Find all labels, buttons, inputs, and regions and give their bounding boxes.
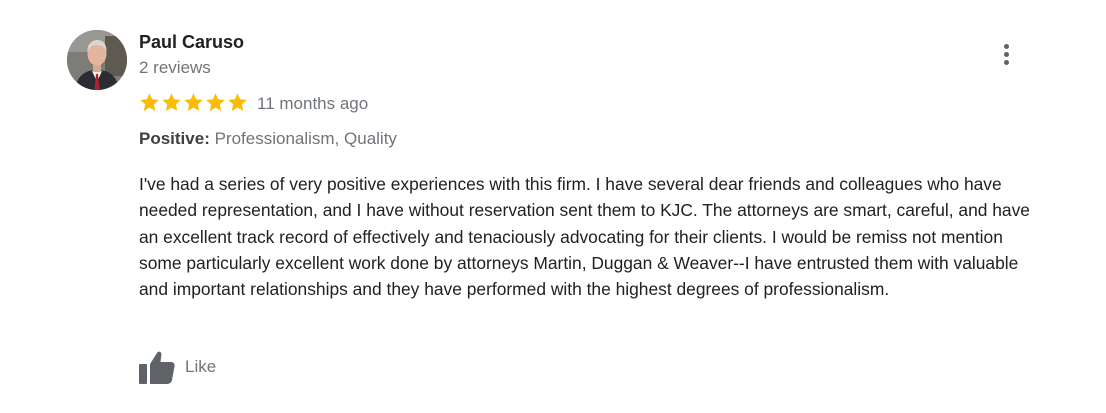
star-icon bbox=[140, 93, 159, 111]
like-button[interactable]: Like bbox=[139, 350, 216, 384]
avatar[interactable] bbox=[67, 30, 127, 90]
review-date: 11 months ago bbox=[257, 94, 369, 113]
review-count[interactable]: 2 reviews bbox=[139, 58, 211, 78]
attributes-label: Positive: bbox=[139, 129, 210, 148]
more-vert-icon-dot bbox=[1004, 60, 1009, 65]
thumbs-up-icon bbox=[139, 351, 175, 384]
review-text: I've had a series of very positive exper… bbox=[139, 174, 1030, 300]
attributes-value: Professionalism, Quality bbox=[214, 129, 397, 148]
star-rating bbox=[139, 92, 248, 116]
star-icon bbox=[184, 93, 203, 111]
more-options-button[interactable] bbox=[996, 40, 1018, 70]
star-icon bbox=[206, 93, 225, 111]
star-icon bbox=[162, 93, 181, 111]
review-card: Paul Caruso 2 reviews 11 months ago Posi… bbox=[0, 0, 1106, 413]
review-attributes: Positive: Professionalism, Quality bbox=[139, 129, 397, 149]
more-vert-icon-dot bbox=[1004, 52, 1009, 57]
more-vert-icon bbox=[1004, 44, 1009, 49]
reviewer-name[interactable]: Paul Caruso bbox=[139, 32, 244, 52]
star-icon bbox=[228, 93, 247, 111]
avatar-photo bbox=[67, 30, 127, 90]
like-label: Like bbox=[185, 357, 217, 376]
